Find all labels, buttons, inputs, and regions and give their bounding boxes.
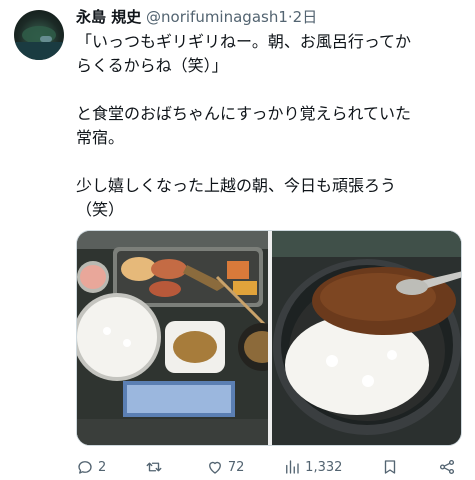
like-icon bbox=[208, 461, 221, 474]
views-button[interactable]: 1,332 bbox=[283, 458, 342, 476]
media-grid bbox=[76, 230, 462, 446]
text-line: （笑） bbox=[76, 200, 125, 219]
text-line: 常宿。 bbox=[76, 128, 125, 147]
action-bar: 2 72 1,332 bbox=[76, 456, 456, 478]
avatar[interactable] bbox=[14, 10, 64, 60]
reply-button[interactable]: 2 bbox=[76, 458, 106, 476]
views-count: 1,332 bbox=[305, 459, 343, 475]
share-icon bbox=[439, 459, 455, 475]
share-button[interactable] bbox=[438, 458, 456, 476]
text-line: と食堂のおばちゃんにすっかり覚えられていた bbox=[76, 104, 412, 123]
breakfast-set-photo[interactable] bbox=[77, 231, 268, 445]
user-handle[interactable]: @norifuminagash1 bbox=[146, 8, 288, 26]
tweet-header: 永島 規史 @norifuminagash1·2日 bbox=[76, 6, 317, 28]
avatar-water bbox=[14, 42, 64, 60]
like-count: 72 bbox=[227, 459, 245, 475]
tweet[interactable]: 永島 規史 @norifuminagash1·2日 「いっつもギリギリねー。朝、… bbox=[0, 0, 475, 480]
retweet-icon bbox=[146, 462, 162, 472]
avatar-highlight bbox=[40, 36, 52, 42]
text-line: 少し嬉しくなった上越の朝、今日も頑張ろう bbox=[76, 176, 397, 195]
text-line: らくるからね（笑）」 bbox=[76, 56, 228, 75]
curry-rice-photo[interactable] bbox=[272, 231, 461, 445]
timestamp[interactable]: 2日 bbox=[293, 8, 318, 26]
text-line: 「いっつもギリギリねー。朝、お風呂行ってか bbox=[76, 32, 412, 51]
views-icon bbox=[286, 460, 299, 474]
bookmark-icon bbox=[384, 460, 396, 474]
display-name[interactable]: 永島 規史 bbox=[76, 8, 141, 26]
breakfast-illustration bbox=[77, 231, 268, 445]
like-button[interactable]: 72 bbox=[206, 458, 245, 476]
bookmark-button[interactable] bbox=[381, 458, 399, 476]
reply-icon bbox=[78, 461, 92, 474]
retweet-button[interactable] bbox=[145, 458, 167, 476]
text-line bbox=[76, 78, 466, 102]
tweet-text: 「いっつもギリギリねー。朝、お風呂行ってか らくるからね（笑）」 と食堂のおばち… bbox=[76, 30, 466, 222]
curry-illustration bbox=[272, 231, 461, 445]
text-line bbox=[76, 150, 466, 174]
reply-count: 2 bbox=[98, 459, 107, 475]
